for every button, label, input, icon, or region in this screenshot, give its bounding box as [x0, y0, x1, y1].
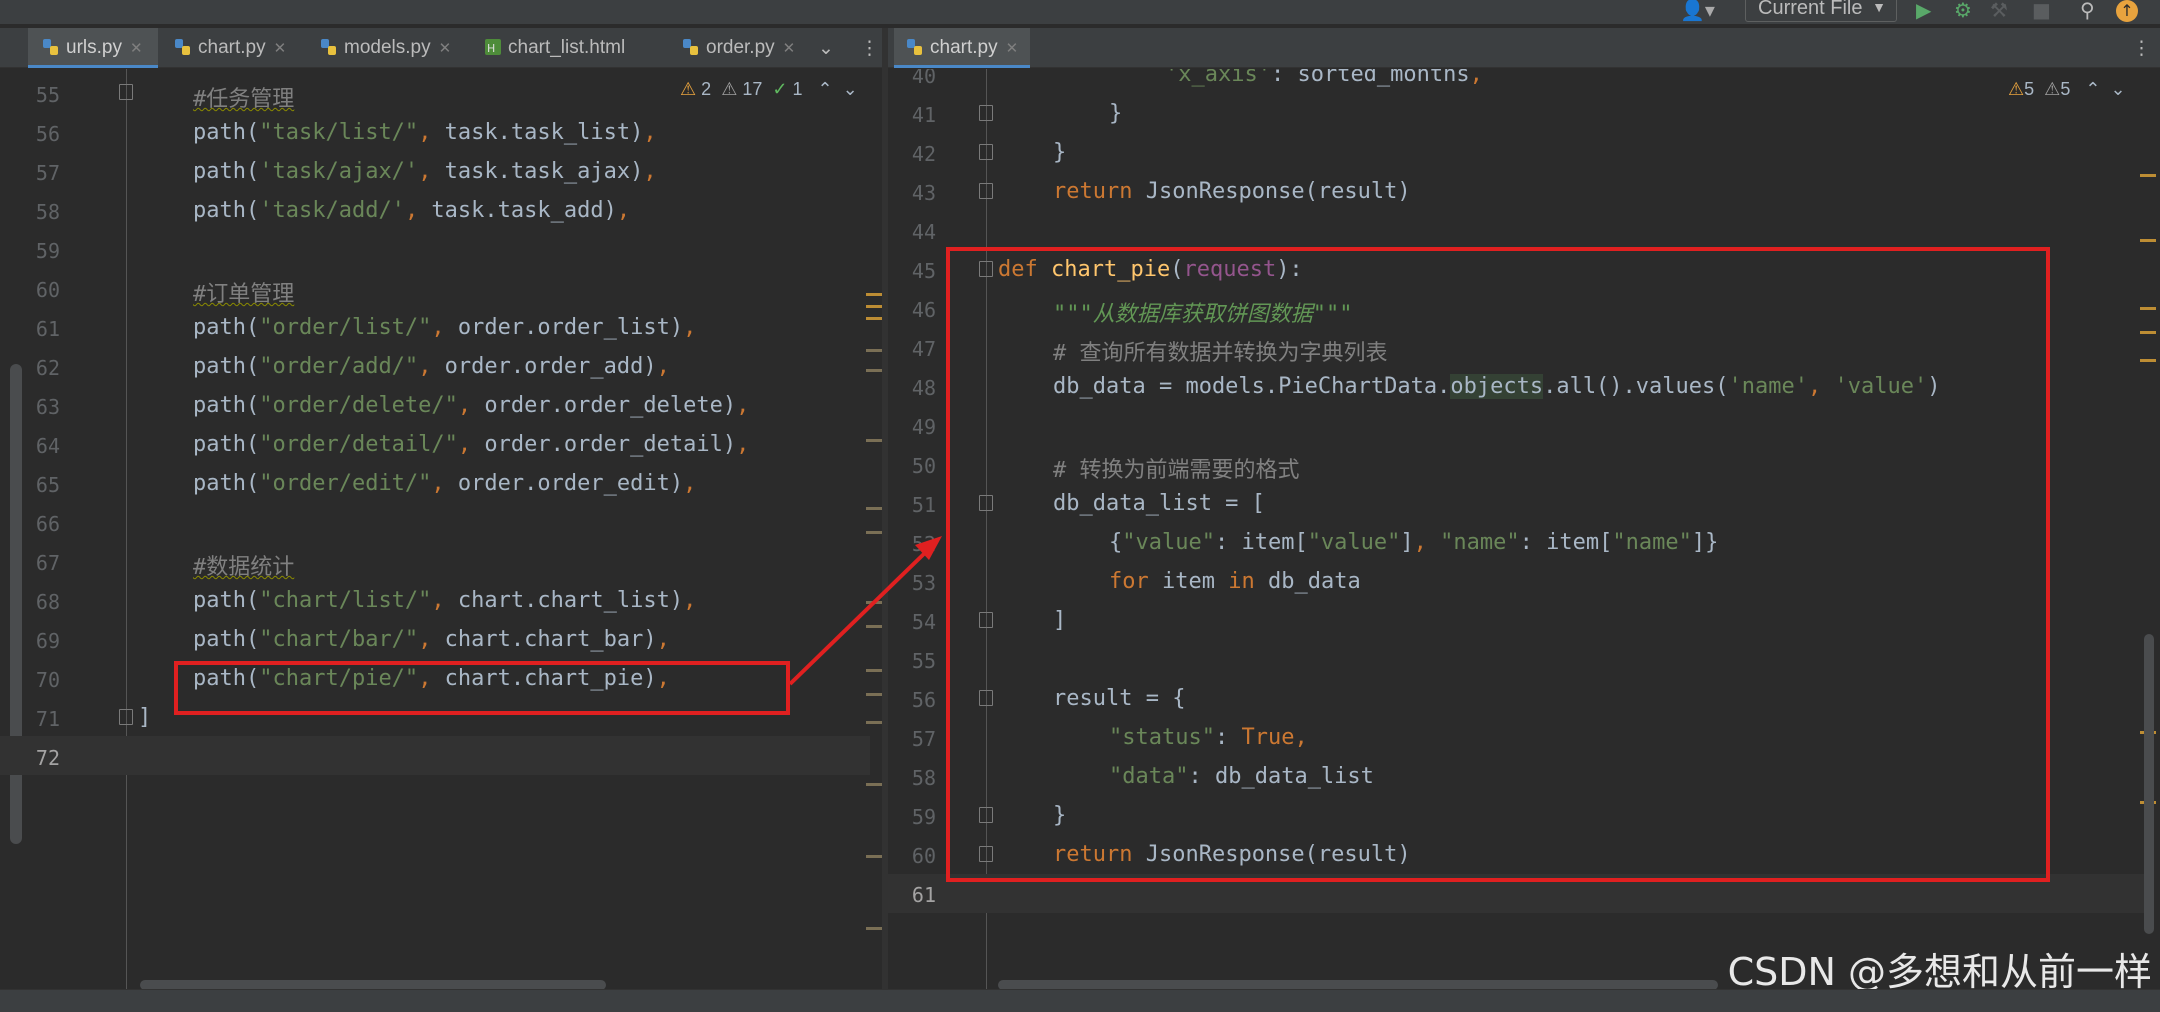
- status-bar: [0, 989, 2160, 1012]
- watermark: CSDN @多想和从前一样: [1727, 950, 2152, 994]
- annotation-arrow: [788, 536, 942, 686]
